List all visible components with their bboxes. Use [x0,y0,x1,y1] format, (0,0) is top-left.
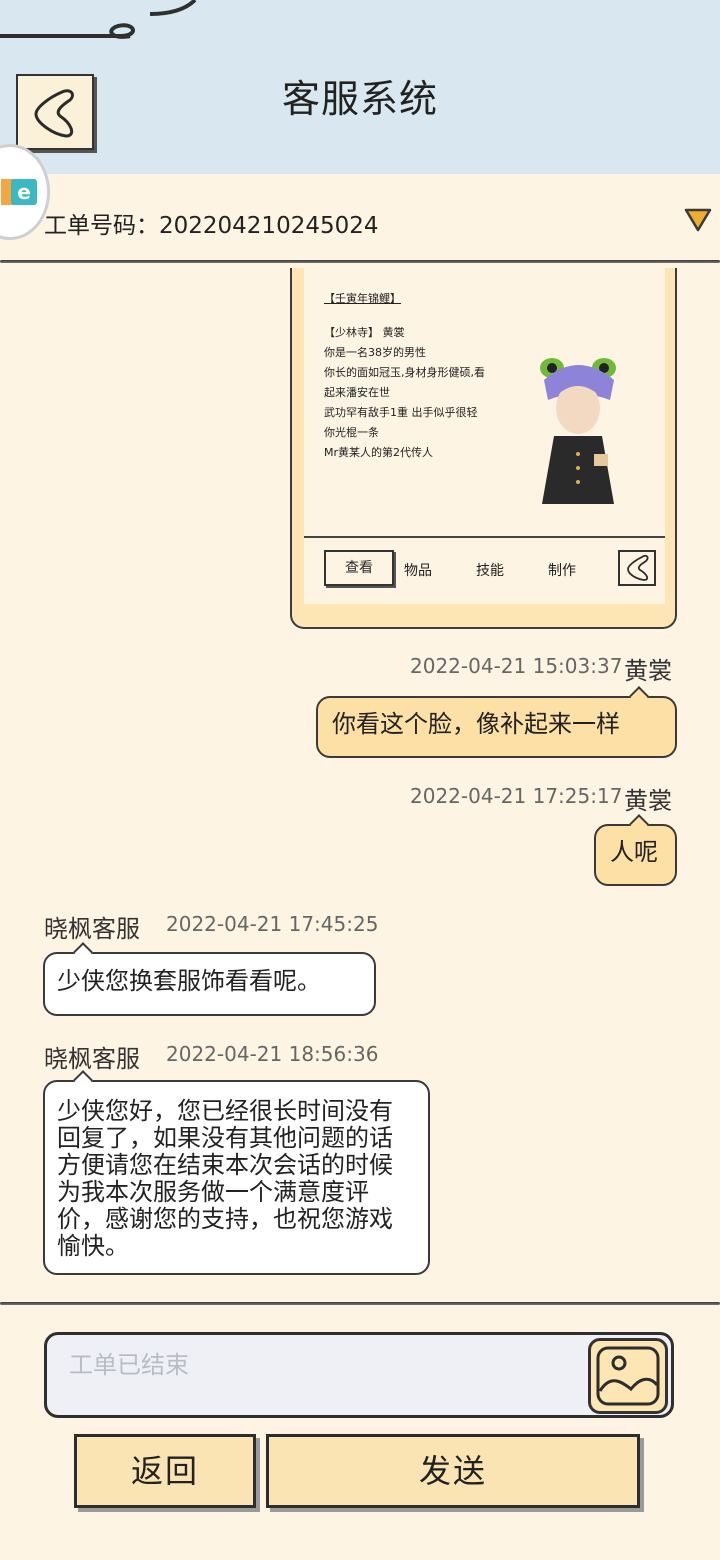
card-line: 你是一名38岁的男性 [324,346,426,359]
message-time: 2022-04-21 17:25:17 [410,784,623,808]
card-tab-view: 查看 [324,550,394,586]
decorative-swirl-icon [0,0,197,39]
card-line: 你长的面如冠玉,身材身形健硕,看 [324,366,485,379]
card-line: 你光棍一条 [324,426,379,439]
card-divider [304,536,665,538]
message-time: 2022-04-21 18:56:36 [166,1042,379,1066]
card-line: 武功罕有敌手1重 出手似乎很轻 [324,406,478,419]
ticket-row[interactable]: 工单号码：202204210245024 [0,196,720,252]
divider-top [0,260,720,263]
triangle-down-icon[interactable] [684,208,712,232]
card-tab-skills: 技能 [476,563,504,579]
ticket-number: 工单号码：202204210245024 [44,206,379,240]
chat-bubble-agent: 少侠您好，您已经很长时间没有回复了，如果没有其他问题的话方便请您在结束本次会话的… [43,1080,430,1275]
card-tab-bar: 查看 物品 技能 制作 [312,548,657,590]
card-line: Mr黄某人的第2代传人 [324,446,434,459]
back-text-button[interactable]: 返回 [74,1434,256,1508]
card-back-icon [618,550,656,586]
card-line: 起来潘安在世 [324,386,390,399]
attachment-preview: 【壬寅年锦鲤】 【少林寺】 黄裳 你是一名38岁的男性 你长的面如冠玉,身材身形… [304,268,665,604]
message-input-placeholder: 工单已结束 [69,1351,189,1379]
chat-bubble-agent: 少侠您换套服饰看看呢。 [43,952,376,1016]
send-button[interactable]: 发送 [266,1434,640,1508]
page-title: 客服系统 [281,77,438,121]
card-line: 【少林寺】 黄裳 [324,326,405,339]
message-input[interactable]: 工单已结束 [44,1332,674,1418]
chat-bubble-user: 人呢 [594,824,677,886]
header-bar: 客服系统 [0,0,720,174]
message-time: 2022-04-21 17:45:25 [166,912,379,936]
message-sender: 晓枫客服 [44,1045,140,1073]
ticket-number-value: 202204210245024 [159,213,379,239]
ticket-label: 工单号码： [44,213,159,239]
card-tab-items: 物品 [404,563,432,579]
character-avatar-icon [540,358,616,504]
message-sender: 黄裳 [624,787,672,815]
message-sender: 晓枫客服 [44,915,140,943]
divider-bottom [0,1302,720,1305]
chat-image-attachment[interactable]: 【壬寅年锦鲤】 【少林寺】 黄裳 你是一名38岁的男性 你长的面如冠玉,身材身形… [290,268,677,629]
badge-e-icon: e [11,179,37,205]
card-tab-craft: 制作 [548,563,576,579]
image-upload-button[interactable] [588,1338,668,1414]
message-sender: 黄裳 [624,657,672,685]
card-heading: 【壬寅年锦鲤】 [324,292,401,305]
message-time: 2022-04-21 15:03:37 [410,654,623,678]
chat-bubble-user: 你看这个脸，像补起来一样 [316,696,677,758]
image-icon [596,1346,660,1406]
